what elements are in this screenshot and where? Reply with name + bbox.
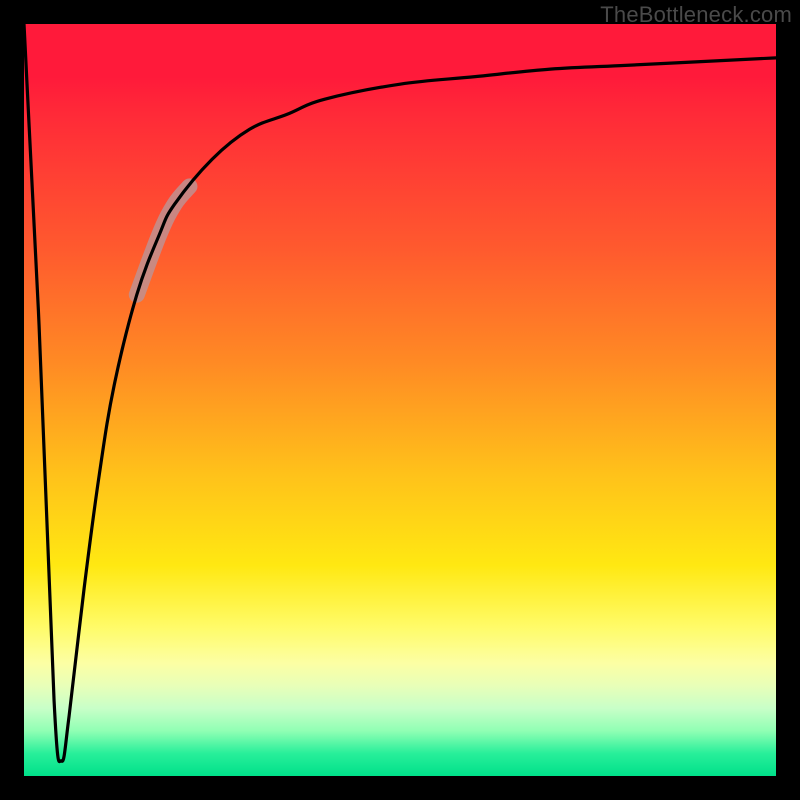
plot-area [24, 24, 776, 776]
bottleneck-curve [24, 24, 776, 762]
chart-canvas: TheBottleneck.com [0, 0, 800, 800]
attribution-text: TheBottleneck.com [600, 2, 792, 28]
curve-layer [24, 24, 776, 776]
highlight-segment [137, 186, 190, 294]
